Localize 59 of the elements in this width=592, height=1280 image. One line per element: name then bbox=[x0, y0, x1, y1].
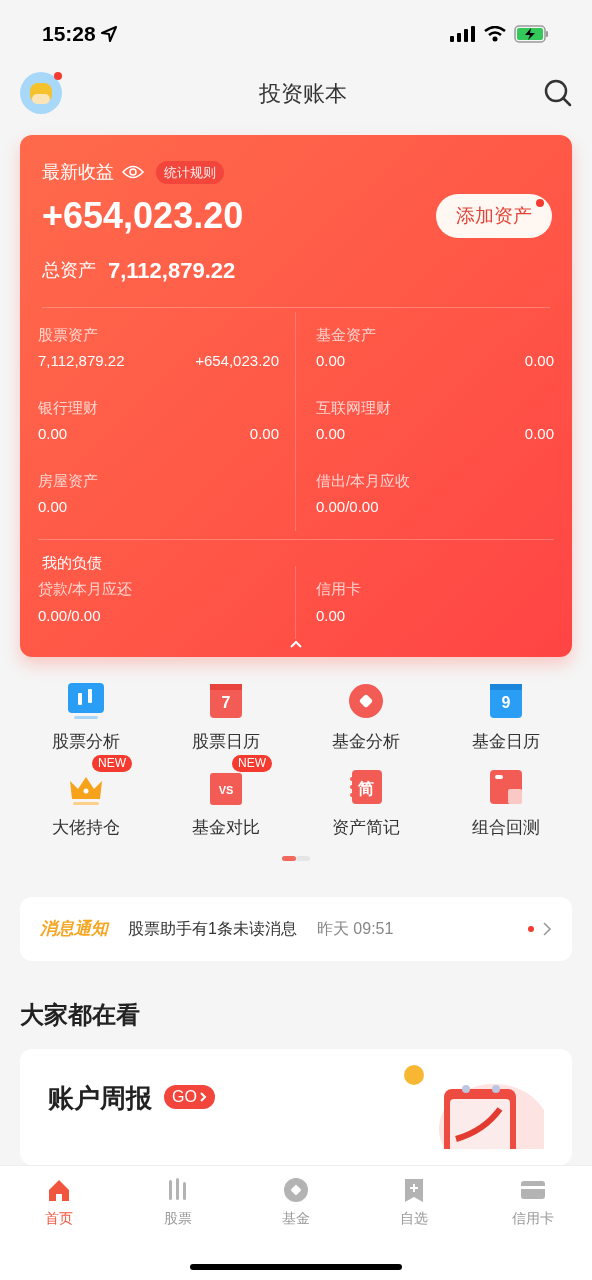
chevron-right-icon bbox=[542, 921, 552, 938]
notice-bar[interactable]: 消息通知 股票助手有1条未读消息 昨天 09:51 bbox=[20, 897, 572, 961]
total-amount: 7,112,879.22 bbox=[108, 256, 236, 285]
asset-value: 0.00 bbox=[38, 424, 68, 445]
asset-value: 0.00 bbox=[316, 351, 346, 372]
asset-label: 借出/本月应收 bbox=[316, 470, 412, 491]
asset-label: 房屋资产 bbox=[38, 470, 99, 491]
asset-change: 0.00 bbox=[524, 424, 554, 445]
tool-item[interactable]: 9 基金日历 bbox=[436, 669, 576, 755]
debts-title: 我的负债 bbox=[42, 552, 103, 573]
asset-label: 基金资产 bbox=[316, 324, 377, 345]
tool-item[interactable]: 基金分析 bbox=[296, 669, 436, 755]
asset-value: 0.00 bbox=[316, 605, 346, 626]
profit-label: 最新收益 bbox=[42, 160, 114, 184]
asset-label: 互联网理财 bbox=[316, 397, 392, 418]
asset-change: 0.00 bbox=[249, 424, 279, 445]
tool-item[interactable]: 组合回测 bbox=[436, 754, 576, 841]
profit-amount: +654,023.20 bbox=[42, 197, 244, 234]
asset-change: +654,023.20 bbox=[195, 351, 279, 372]
asset-value: 0.00 bbox=[316, 424, 346, 445]
eye-icon[interactable] bbox=[122, 164, 144, 181]
signal-icon bbox=[450, 25, 476, 42]
asset-value: 7,112,879.22 bbox=[38, 351, 125, 372]
asset-value: 0.00 bbox=[38, 497, 68, 518]
asset-label: 股票资产 bbox=[38, 324, 99, 345]
go-badge[interactable]: GO bbox=[164, 1084, 215, 1109]
new-badge: NEW bbox=[232, 754, 272, 772]
location-icon bbox=[99, 24, 118, 43]
search-icon[interactable] bbox=[544, 79, 572, 108]
add-asset-button[interactable]: 添加资产 bbox=[436, 193, 552, 238]
tool-item[interactable]: 简 资产简记 bbox=[296, 754, 436, 841]
notice-text: 股票助手有1条未读消息 bbox=[128, 919, 297, 940]
page-title: 投资账本 bbox=[259, 79, 347, 108]
asset-change: 0.00 bbox=[524, 351, 554, 372]
notice-label: 消息通知 bbox=[40, 918, 108, 941]
section-title: 大家都在看 bbox=[20, 999, 141, 1030]
tool-item[interactable]: NEW 大佬持仓 bbox=[16, 754, 156, 841]
tab-item[interactable]: 首页 bbox=[0, 1176, 119, 1229]
asset-label: 贷款/本月应还 bbox=[38, 579, 134, 600]
tool-item[interactable]: VS NEW 基金对比 bbox=[156, 754, 296, 841]
wifi-icon bbox=[484, 25, 506, 42]
battery-icon bbox=[514, 24, 550, 43]
asset-label: 信用卡 bbox=[316, 579, 362, 600]
avatar[interactable] bbox=[20, 72, 62, 115]
coin-icon bbox=[282, 1176, 310, 1204]
tool-item[interactable]: 7 股票日历 bbox=[156, 669, 296, 755]
new-badge: NEW bbox=[92, 754, 132, 772]
asset-value: 0.00/0.00 bbox=[38, 605, 101, 626]
promo-title: 账户周报 bbox=[48, 1081, 152, 1115]
promo-card[interactable]: 账户周报 GO bbox=[20, 1048, 572, 1165]
chevron-right-icon bbox=[198, 1090, 207, 1103]
notice-time: 昨天 09:51 bbox=[316, 919, 394, 940]
asset-label: 银行理财 bbox=[38, 397, 99, 418]
status-time: 15:28 bbox=[42, 20, 96, 47]
total-label: 总资产 bbox=[42, 258, 96, 282]
tool-item[interactable]: 股票分析 bbox=[16, 669, 156, 755]
asset-value: 0.00/0.00 bbox=[316, 497, 379, 518]
tool-icon bbox=[66, 681, 106, 722]
collapse-icon[interactable] bbox=[289, 639, 303, 650]
